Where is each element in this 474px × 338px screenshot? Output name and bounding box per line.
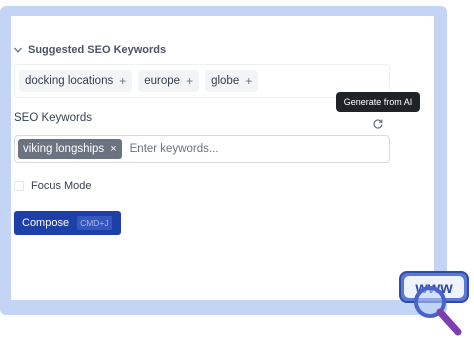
focus-mode-label: Focus Mode (31, 180, 92, 192)
chevron-down-icon (14, 47, 22, 53)
focus-mode-checkbox[interactable] (14, 181, 24, 191)
suggested-chip-label: europe (144, 75, 181, 87)
suggested-keywords-list: docking locations + europe + globe + (14, 64, 390, 98)
suggested-chip[interactable]: docking locations + (19, 70, 133, 92)
plus-icon: + (186, 74, 194, 88)
generate-tooltip: Generate from AI (336, 92, 420, 112)
compose-button[interactable]: Compose CMD+J (14, 211, 121, 235)
generate-from-ai-button[interactable] (370, 116, 386, 132)
suggested-keywords-title: Suggested SEO Keywords (28, 44, 167, 56)
compose-label: Compose (22, 217, 70, 229)
www-search-icon: www (399, 271, 469, 336)
suggested-chip-label: docking locations (25, 75, 114, 87)
focus-mode-row[interactable]: Focus Mode (14, 180, 92, 192)
keyword-chip: viking longships × (18, 139, 122, 159)
suggested-chip-label: globe (211, 75, 240, 87)
keywords-input[interactable] (127, 142, 362, 156)
seo-keywords-label: SEO Keywords (14, 112, 92, 124)
plus-icon: + (245, 74, 253, 88)
seo-keywords-field[interactable]: viking longships × (14, 135, 390, 163)
suggested-keywords-header[interactable]: Suggested SEO Keywords (13, 44, 166, 56)
suggested-chip[interactable]: europe + (138, 70, 200, 92)
keyword-chip-label: viking longships (23, 143, 105, 155)
suggested-chip[interactable]: globe + (205, 70, 259, 92)
close-icon[interactable]: × (110, 143, 116, 155)
shortcut-badge: CMD+J (77, 216, 112, 230)
plus-icon: + (119, 74, 127, 88)
refresh-icon (373, 119, 383, 129)
